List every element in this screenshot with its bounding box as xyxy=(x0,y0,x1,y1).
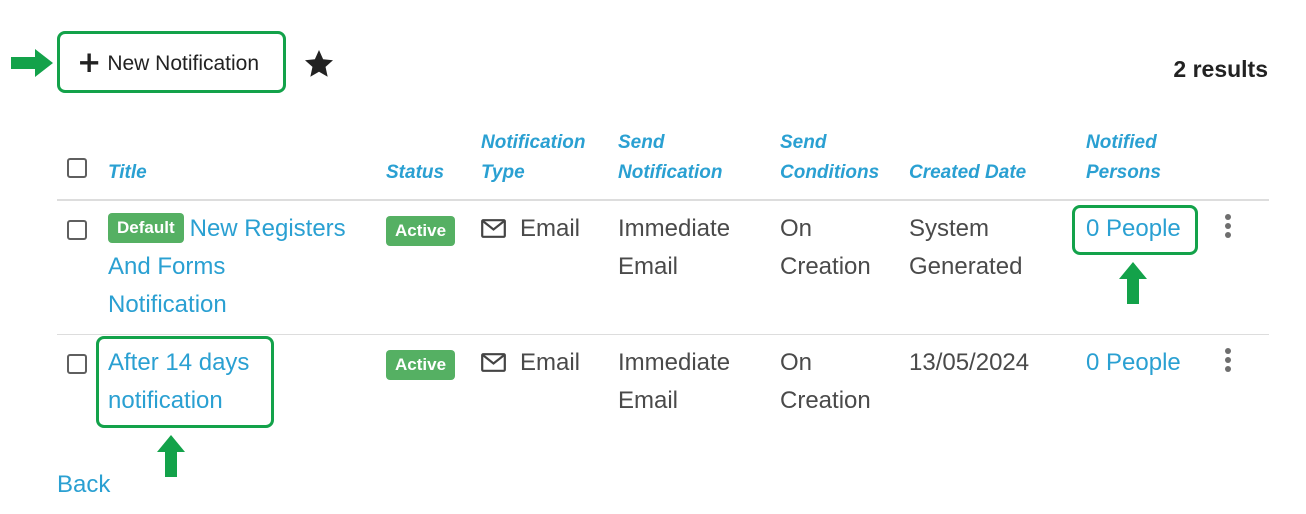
plus-icon: + xyxy=(77,45,102,79)
notified-persons-link[interactable]: 0 People xyxy=(1086,344,1181,382)
row-divider xyxy=(57,334,1269,335)
default-badge: Default xyxy=(108,213,184,243)
notification-title-link[interactable]: After 14 days xyxy=(108,344,249,382)
column-header-notified-persons[interactable]: Notified Persons xyxy=(1086,128,1161,188)
notification-title-link[interactable]: notification xyxy=(108,382,249,420)
status-badge: Active xyxy=(386,216,456,246)
notified-persons-link[interactable]: 0 People xyxy=(1086,210,1181,248)
green-arrow-up-icon xyxy=(1119,262,1147,304)
green-arrow-up-icon xyxy=(157,435,185,477)
select-all-checkbox[interactable] xyxy=(67,158,87,178)
back-link[interactable]: Back xyxy=(57,466,110,504)
status-badge: Active xyxy=(386,350,456,380)
table-row-title: Default New Registers And Forms Notificat… xyxy=(108,210,378,324)
table-header-divider xyxy=(57,199,1269,201)
notification-type: Email xyxy=(520,215,581,242)
new-notification-label: New Notification xyxy=(107,52,260,75)
send-notification: Immediate Email xyxy=(618,349,731,414)
new-notification-button[interactable]: + New Notification xyxy=(57,31,286,93)
green-arrow-right-icon xyxy=(11,49,53,77)
send-conditions: On Creation xyxy=(780,215,871,280)
created-date: 13/05/2024 xyxy=(909,349,1030,376)
send-notification: Immediate Email xyxy=(618,215,731,280)
column-header-notification-type[interactable]: Notification Type xyxy=(481,128,586,188)
column-header-created-date[interactable]: Created Date xyxy=(909,158,1026,188)
created-date: System Generated xyxy=(909,215,1023,280)
notification-type: Email xyxy=(520,349,581,376)
notification-title-link[interactable]: And Forms xyxy=(108,248,378,286)
column-header-title[interactable]: Title xyxy=(108,158,147,188)
results-count: 2 results xyxy=(1173,56,1268,82)
column-header-send-conditions[interactable]: Send Conditions xyxy=(780,128,879,188)
row-checkbox[interactable] xyxy=(67,354,87,374)
mail-icon xyxy=(481,353,506,372)
row-checkbox[interactable] xyxy=(67,220,87,240)
send-conditions: On Creation xyxy=(780,349,871,414)
notification-title-link[interactable]: New Registers xyxy=(190,215,346,242)
table-row-title: After 14 days notification xyxy=(108,344,249,420)
star-icon[interactable] xyxy=(303,48,335,80)
column-header-send-notification[interactable]: Send Notification xyxy=(618,128,723,188)
column-header-status[interactable]: Status xyxy=(386,158,444,188)
notification-title-link[interactable]: Notification xyxy=(108,286,378,324)
kebab-menu-icon[interactable] xyxy=(1224,348,1232,374)
kebab-menu-icon[interactable] xyxy=(1224,214,1232,240)
mail-icon xyxy=(481,219,506,238)
